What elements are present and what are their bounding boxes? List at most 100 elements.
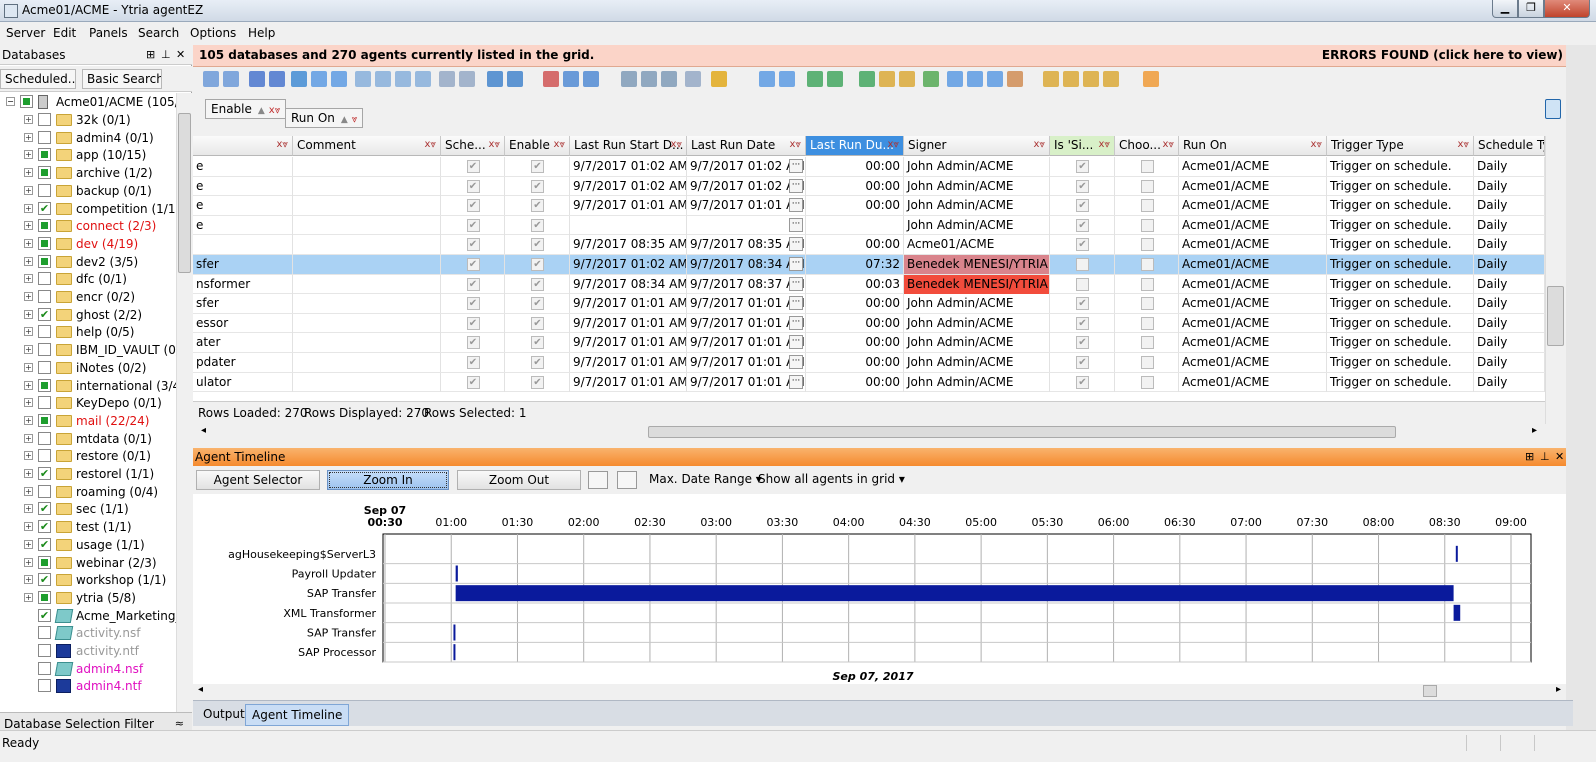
cell-checkbox[interactable]: ✔ <box>531 336 544 350</box>
scroll-right-icon[interactable]: ▸ <box>1532 425 1537 436</box>
cell-checkbox[interactable] <box>1140 258 1154 271</box>
cell-checkbox[interactable]: ✔ <box>531 258 544 271</box>
tree-item[interactable]: + KeyDepo (0/1) <box>0 394 176 412</box>
filter-icon[interactable]: x⩔ <box>269 105 281 116</box>
column-header[interactable]: x⩔ <box>193 136 293 156</box>
tree-item-checkbox[interactable] <box>38 183 51 197</box>
cell-checkbox[interactable]: ✔ <box>531 218 544 232</box>
cell-checkbox[interactable] <box>1140 297 1154 311</box>
tree-item[interactable]: +32k (0/1) <box>0 111 176 129</box>
toolbar-tool-icon[interactable] <box>807 71 823 87</box>
tree-item-checkbox[interactable] <box>38 130 51 144</box>
tree-item-checkbox[interactable] <box>38 343 51 357</box>
cell-checkbox[interactable] <box>1140 160 1154 173</box>
export-icon[interactable] <box>617 471 637 489</box>
cell-checkbox[interactable]: ✔ <box>1076 316 1089 330</box>
tree-item[interactable]: + iNotes (0/2) <box>0 359 176 377</box>
expand-icon[interactable]: + <box>24 150 33 160</box>
tree-item-checkbox[interactable] <box>38 626 51 640</box>
column-filter-icon[interactable]: x⩔ <box>424 139 436 150</box>
tree-item-checkbox[interactable]: ✔ <box>38 502 51 516</box>
cell-checkbox[interactable] <box>1140 336 1154 350</box>
cell-checkbox[interactable]: ✔ <box>1076 375 1089 389</box>
column-filter-icon[interactable]: x⩔ <box>1162 139 1174 150</box>
group-chip-run-on[interactable]: Run On ▲ ⩔ <box>285 108 364 128</box>
ellipsis-button[interactable]: ··· <box>789 198 803 213</box>
agent-selector-button[interactable]: Agent Selector <box>196 470 320 490</box>
timeline-horizontal-scrollbar[interactable]: ◂ ▸ <box>193 684 1566 698</box>
tree-item-checkbox[interactable] <box>38 590 51 604</box>
column-filter-icon[interactable]: x⩔ <box>276 139 288 150</box>
tree-item[interactable]: activity.ntf <box>0 642 176 660</box>
cell-checkbox[interactable] <box>1076 258 1089 271</box>
expand-icon[interactable]: + <box>24 309 33 319</box>
cell-checkbox[interactable]: ✔ <box>466 199 480 213</box>
toolbar-tool-icon[interactable] <box>923 71 939 87</box>
column-header[interactable]: Run On x⩔ <box>1179 136 1327 156</box>
max-date-range-dropdown[interactable]: Max. Date Range ▾ <box>649 472 762 486</box>
column-filter-icon[interactable]: x⩔ <box>789 139 801 150</box>
ellipsis-button[interactable]: ··· <box>789 335 803 350</box>
tree-item[interactable]: + admin4 (0/1) <box>0 129 176 147</box>
tree-item-checkbox[interactable] <box>38 396 51 410</box>
ellipsis-button[interactable]: ··· <box>789 315 803 330</box>
toolbar-tool-icon[interactable] <box>439 71 455 87</box>
expand-icon[interactable]: + <box>24 132 33 142</box>
column-header[interactable]: Trigger Type x⩔ <box>1327 136 1474 156</box>
column-filter-icon[interactable]: x⩔ <box>670 139 682 150</box>
column-filter-icon[interactable]: x⩔ <box>553 139 565 150</box>
expand-icon[interactable]: + <box>24 274 33 284</box>
cell-checkbox[interactable]: ✔ <box>1076 179 1089 193</box>
tree-item[interactable]: + backup (0/1) <box>0 182 176 200</box>
tree-item-checkbox[interactable] <box>38 360 51 374</box>
cell-checkbox[interactable]: ✔ <box>531 356 544 369</box>
toolbar-tool-icon[interactable] <box>269 71 285 87</box>
tree-item-checkbox[interactable] <box>38 254 51 268</box>
toolbar-tool-icon[interactable] <box>203 71 219 87</box>
column-filter-icon[interactable]: x⩔ <box>488 139 500 150</box>
table-row[interactable]: essor ✔ ✔ 9/7/2017 01:01 AM 9/7/2017 01:01 A… <box>193 313 1545 334</box>
tree-item-checkbox[interactable] <box>38 378 51 392</box>
toolbar-tool-icon[interactable] <box>621 71 637 87</box>
column-filter-icon[interactable]: x⩔ <box>887 139 899 150</box>
cell-checkbox[interactable]: ✔ <box>1076 297 1089 311</box>
toolbar-tool-icon[interactable] <box>685 71 701 87</box>
tree-item[interactable]: + archive (1/2) <box>0 164 176 182</box>
expand-icon[interactable]: + <box>24 238 33 248</box>
table-row[interactable]: e ✔ ✔ 9/7/2017 01:02 AM 9/7/2017 01:02 AM ···… <box>193 176 1545 197</box>
tree-item[interactable]: admin4.nsf <box>0 660 176 678</box>
ellipsis-button[interactable]: ··· <box>789 296 803 311</box>
tree-item[interactable]: + mtdata (0/1) <box>0 430 176 448</box>
cell-checkbox[interactable] <box>1140 218 1154 232</box>
tree-item-checkbox[interactable]: ✔ <box>38 573 51 587</box>
column-filter-icon[interactable]: x⩔ <box>1457 139 1469 150</box>
tree-item-checkbox[interactable] <box>38 219 51 233</box>
column-header[interactable]: Sche... x⩔ <box>441 136 505 156</box>
grid-horizontal-scrollbar-thumb[interactable] <box>648 426 1396 438</box>
tree-item[interactable]: + ✔ workshop (1/1) <box>0 571 176 589</box>
table-row[interactable]: ater ✔ ✔ 9/7/2017 01:01 AM 9/7/2017 01:01 AM… <box>193 333 1545 353</box>
timeline-close-icon[interactable]: ✕ <box>1555 450 1564 463</box>
table-row[interactable]: sfer ✔ ✔ 9/7/2017 01:02 AM 9/7/2017 08:34 AM… <box>193 255 1545 275</box>
toolbar-tool-icon[interactable] <box>879 71 895 87</box>
toolbar-tool-icon[interactable] <box>563 71 579 87</box>
expand-icon[interactable]: + <box>24 327 33 337</box>
menu-options[interactable]: Options <box>190 26 236 40</box>
cell-checkbox[interactable]: ✔ <box>1076 336 1089 350</box>
cell-checkbox[interactable] <box>1140 179 1154 193</box>
tree-item[interactable]: + encr (0/2) <box>0 288 176 306</box>
expand-icon[interactable]: + <box>24 469 33 478</box>
cell-checkbox[interactable]: ✔ <box>466 336 480 350</box>
cell-checkbox[interactable] <box>1140 316 1154 330</box>
table-row[interactable]: e ✔ ✔ 9/7/2017 01:02 AM 9/7/2017 01:02 AM ···… <box>193 157 1545 177</box>
menu-edit[interactable]: Edit <box>53 26 76 40</box>
toolbar-tool-icon[interactable] <box>543 71 559 87</box>
cell-checkbox[interactable]: ✔ <box>466 160 480 173</box>
toolbar-tool-icon[interactable] <box>1083 71 1099 87</box>
tree-item[interactable]: + app (10/15) <box>0 146 176 164</box>
cell-checkbox[interactable] <box>1140 277 1154 291</box>
expand-icon[interactable]: + <box>24 451 33 461</box>
tree-item-checkbox[interactable] <box>38 679 51 693</box>
tree-item-checkbox[interactable] <box>38 484 51 498</box>
cell-checkbox[interactable]: ✔ <box>531 297 544 311</box>
